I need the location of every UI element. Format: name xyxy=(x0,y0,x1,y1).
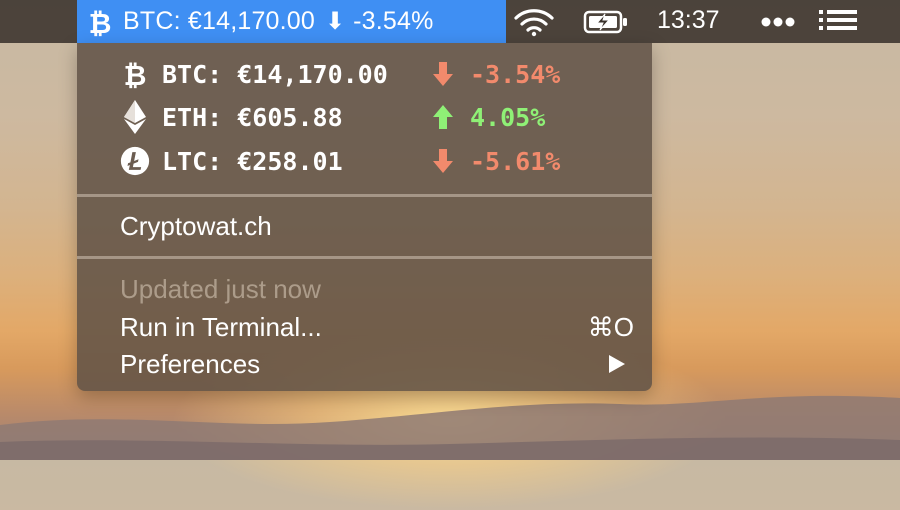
updated-status: Updated just now xyxy=(120,274,321,304)
wifi-icon[interactable] xyxy=(513,7,555,37)
menu-bar: ₿ BTC: €14,170.00 ⬇ -3.54% 13:37 xyxy=(0,0,900,43)
coin-row-ltc[interactable]: LTC: €258.01 -5.61% xyxy=(120,141,560,181)
status-price: BTC: €14,170.00 xyxy=(123,7,316,35)
run-in-terminal-shortcut: ⌘O xyxy=(587,312,634,342)
list-icon[interactable] xyxy=(818,9,858,35)
menu-separator xyxy=(77,194,652,197)
down-arrow-icon: ⬇ xyxy=(325,8,346,35)
submenu-triangle-icon xyxy=(609,355,625,373)
preferences-label: Preferences xyxy=(120,349,261,379)
coin-change: -5.61% xyxy=(470,146,561,176)
litecoin-icon xyxy=(120,146,150,176)
coin-change: -3.54% xyxy=(470,59,561,89)
crypto-status-item[interactable]: ₿ BTC: €14,170.00 ⬇ -3.54% xyxy=(77,0,506,43)
cryptowatch-link[interactable]: Cryptowat.ch xyxy=(120,211,272,242)
down-arrow-icon xyxy=(432,61,470,87)
more-dots-icon[interactable] xyxy=(760,16,796,28)
coin-change: 4.05% xyxy=(470,102,546,132)
preferences-item[interactable]: Preferences xyxy=(120,349,260,380)
down-arrow-icon xyxy=(432,148,470,174)
svg-text:₿: ₿ xyxy=(89,7,112,37)
ethereum-icon xyxy=(120,100,150,134)
bitcoin-icon: ₿ xyxy=(120,59,150,89)
menu-separator xyxy=(77,256,652,259)
run-in-terminal-label: Run in Terminal... xyxy=(120,312,322,342)
crypto-dropdown-menu: ₿ BTC: €14,170.00 -3.54% ETH: €605.88 4.… xyxy=(77,43,652,391)
coin-label: ETH: €605.88 xyxy=(162,102,343,132)
up-arrow-icon xyxy=(432,104,470,130)
coin-label: BTC: €14,170.00 xyxy=(162,59,388,89)
run-in-terminal-item[interactable]: Run in Terminal... xyxy=(120,312,635,343)
bitcoin-icon: ₿ xyxy=(89,7,112,37)
clock[interactable]: 13:37 xyxy=(657,6,720,35)
battery-charging-icon[interactable] xyxy=(583,9,629,35)
coin-label: LTC: €258.01 xyxy=(162,146,343,176)
coin-row-btc[interactable]: ₿ BTC: €14,170.00 -3.54% xyxy=(120,54,561,94)
status-change: -3.54% xyxy=(353,7,434,35)
svg-text:₿: ₿ xyxy=(124,59,147,89)
coin-row-eth[interactable]: ETH: €605.88 4.05% xyxy=(120,97,545,137)
